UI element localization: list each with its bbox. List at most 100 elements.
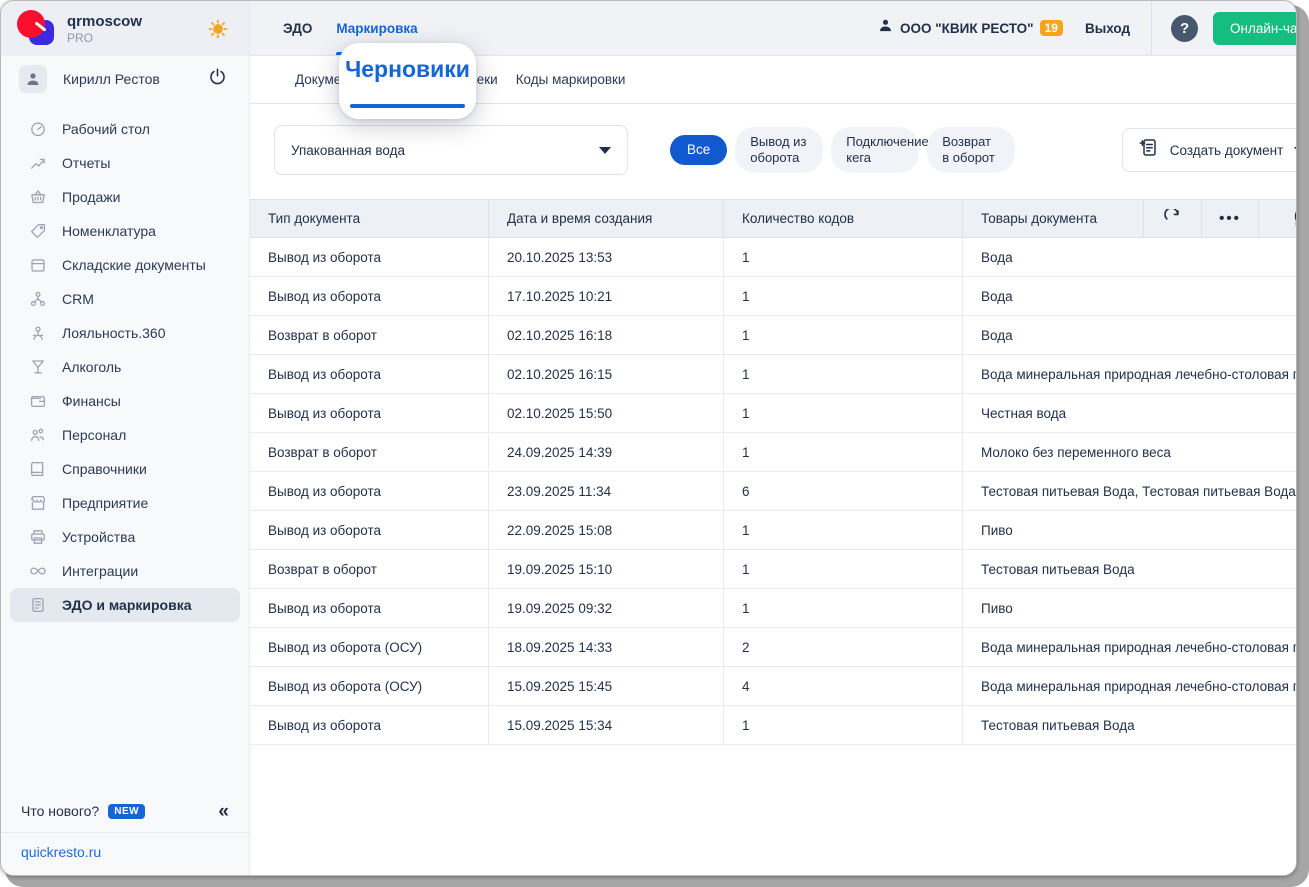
documents-table: Тип документа Дата и время создания Коли… — [250, 199, 1297, 745]
drafts-tab-popup[interactable]: Черновики — [339, 43, 476, 119]
table-row[interactable]: Вывод из оборота17.10.2025 10:211Вода — [250, 277, 1297, 316]
table-row[interactable]: Вывод из оборота15.09.2025 15:341Тестова… — [250, 706, 1297, 745]
sidebar-item-предприятие[interactable]: Предприятие — [10, 486, 240, 520]
cell-code-count: 1 — [723, 511, 962, 549]
sidebar-item-финансы[interactable]: Финансы — [10, 384, 240, 418]
user-row[interactable]: Кирилл Рестов — [1, 56, 249, 102]
more-options-icon: ••• — [1219, 210, 1241, 227]
sidebar-item-справочники[interactable]: Справочники — [10, 452, 240, 486]
cell-created: 23.09.2025 11:34 — [488, 472, 723, 510]
quickresto-site-link[interactable]: quickresto.ru — [21, 844, 101, 860]
table-row[interactable]: Вывод из оборота02.10.2025 16:151Вода ми… — [250, 355, 1297, 394]
cell-code-count: 1 — [723, 277, 962, 315]
column-header-products[interactable]: Товары документа — [962, 200, 1143, 237]
filter-chip-возврат-в-оборот[interactable]: Возврат в оборот — [927, 127, 1015, 174]
sidebar-item-рабочий-стол[interactable]: Рабочий стол — [10, 112, 240, 146]
cell-created: 02.10.2025 16:18 — [488, 316, 723, 354]
column-header-created[interactable]: Дата и время создания — [488, 200, 723, 237]
cell-code-count: 1 — [723, 589, 962, 627]
table-row[interactable]: Возврат в оборот02.10.2025 16:181Вода — [250, 316, 1297, 355]
topbar-right: ООО "КВИК РЕСТО" 19 Выход ? Онлайн-чат — [877, 1, 1297, 55]
cell-doc-type: Возврат в оборот — [250, 433, 488, 471]
help-icon[interactable]: ? — [1171, 15, 1198, 42]
refresh-icon — [1163, 209, 1182, 228]
cell-doc-type: Вывод из оборота — [250, 238, 488, 276]
logout-power-icon[interactable] — [208, 67, 227, 91]
sidebar-item-алкоголь[interactable]: Алкоголь — [10, 350, 240, 384]
refresh-button[interactable] — [1143, 200, 1201, 237]
more-options-button[interactable]: ••• — [1201, 200, 1258, 237]
sidebar-item-продажи[interactable]: Продажи — [10, 180, 240, 214]
sidebar-item-устройства[interactable]: Устройства — [10, 520, 240, 554]
table-row[interactable]: Вывод из оборота19.09.2025 09:321Пиво — [250, 589, 1297, 628]
quickresto-logo — [15, 9, 59, 49]
integrations-icon — [29, 562, 47, 580]
cell-doc-type: Вывод из оборота — [250, 277, 488, 315]
cell-code-count: 1 — [723, 706, 962, 744]
collapse-sidebar-icon[interactable]: « — [218, 802, 229, 821]
warehouse-docs-icon — [29, 256, 47, 274]
table-row[interactable]: Вывод из оборота02.10.2025 15:501Честная… — [250, 394, 1297, 433]
table-row[interactable]: Возврат в оборот19.09.2025 15:101Тестова… — [250, 550, 1297, 589]
filter-chip-все[interactable]: Все — [670, 135, 727, 166]
table-row[interactable]: Вывод из оборота (ОСУ)18.09.2025 14:332В… — [250, 628, 1297, 667]
tab-эдо[interactable]: ЭДО — [283, 1, 312, 55]
plan-label: PRO — [67, 31, 207, 45]
cell-doc-type: Возврат в оборот — [250, 316, 488, 354]
sidebar-item-персонал[interactable]: Персонал — [10, 418, 240, 452]
theme-toggle-sun-icon[interactable] — [207, 18, 229, 40]
cell-products: Вода — [962, 316, 1297, 354]
cell-products: Пиво — [962, 589, 1297, 627]
sidebar-item-интеграции[interactable]: Интеграции — [10, 554, 240, 588]
table-row[interactable]: Вывод из оборота23.09.2025 11:346Тестова… — [250, 472, 1297, 511]
account-menu[interactable]: ООО "КВИК РЕСТО" 19 — [877, 17, 1063, 39]
sidebar-item-отчеты[interactable]: Отчеты — [10, 146, 240, 180]
table-row[interactable]: Вывод из оборота (ОСУ)15.09.2025 15:454В… — [250, 667, 1297, 706]
subtab-коды-маркировки[interactable]: Коды маркировки — [516, 72, 626, 87]
cell-doc-type: Возврат в оборот — [250, 550, 488, 588]
filter-chip-вывод-из-оборота[interactable]: Вывод из оборота — [735, 127, 823, 174]
app-window: qrmoscow PRO Кирилл Рестов Рабочий стол О… — [0, 0, 1297, 876]
new-badge: NEW — [108, 804, 145, 819]
category-select[interactable]: Упакованная вода — [274, 125, 628, 175]
sidebar-footer: Что нового? NEW « quickresto.ru — [1, 790, 249, 875]
sidebar-item-лояльность-360[interactable]: Лояльность.360 — [10, 316, 240, 350]
sidebar-item-label: Персонал — [62, 427, 126, 443]
column-header-doc-type[interactable]: Тип документа — [250, 200, 488, 237]
sidebar-item-номенклатура[interactable]: Номенклатура — [10, 214, 240, 248]
sidebar-item-складские-документы[interactable]: Складские документы — [10, 248, 240, 282]
sidebar-item-label: CRM — [62, 291, 94, 307]
cell-created: 18.09.2025 14:33 — [488, 628, 723, 666]
table-row[interactable]: Вывод из оборота22.09.2025 15:081Пиво — [250, 511, 1297, 550]
cell-products: Честная вода — [962, 394, 1297, 432]
table-row[interactable]: Возврат в оборот24.09.2025 14:391Молоко … — [250, 433, 1297, 472]
logout-link[interactable]: Выход — [1085, 21, 1130, 36]
filter-chip-подключение-кега[interactable]: Подключение кега — [831, 127, 919, 174]
user-name: Кирилл Рестов — [63, 71, 208, 87]
cell-code-count: 1 — [723, 316, 962, 354]
sidebar-item-label: Лояльность.360 — [62, 325, 166, 341]
sidebar-item-label: Финансы — [62, 393, 121, 409]
cell-products: Вода — [962, 238, 1297, 276]
cell-created: 15.09.2025 15:45 — [488, 667, 723, 705]
table-row[interactable]: Вывод из оборота20.10.2025 13:531Вода — [250, 238, 1297, 277]
alcohol-icon — [29, 358, 47, 376]
cell-code-count: 1 — [723, 394, 962, 432]
cell-created: 24.09.2025 14:39 — [488, 433, 723, 471]
sidebar-item-эдо-и-маркировка[interactable]: ЭДО и маркировка — [10, 588, 240, 622]
cell-products: Тестовая питьевая Вода — [962, 550, 1297, 588]
cell-doc-type: Вывод из оборота (ОСУ) — [250, 667, 488, 705]
online-chat-button[interactable]: Онлайн-чат — [1213, 12, 1297, 45]
cell-code-count: 6 — [723, 472, 962, 510]
column-header-code-count[interactable]: Количество кодов — [723, 200, 962, 237]
main-area: ЭДОМаркировка ООО "КВИК РЕСТО" 19 Выход … — [250, 1, 1297, 875]
create-document-button[interactable]: Создать документ — [1122, 128, 1297, 172]
sidebar-item-crm[interactable]: CRM — [10, 282, 240, 316]
sidebar-item-label: Справочники — [62, 461, 147, 477]
staff-icon — [29, 426, 47, 444]
table-body: Вывод из оборота20.10.2025 13:531ВодаВыв… — [250, 238, 1297, 745]
sidebar-item-label: Отчеты — [62, 155, 110, 171]
workspace-title: qrmoscow — [67, 13, 207, 30]
column-settings-button[interactable] — [1258, 200, 1297, 237]
whats-new-link[interactable]: Что нового? — [21, 803, 99, 819]
